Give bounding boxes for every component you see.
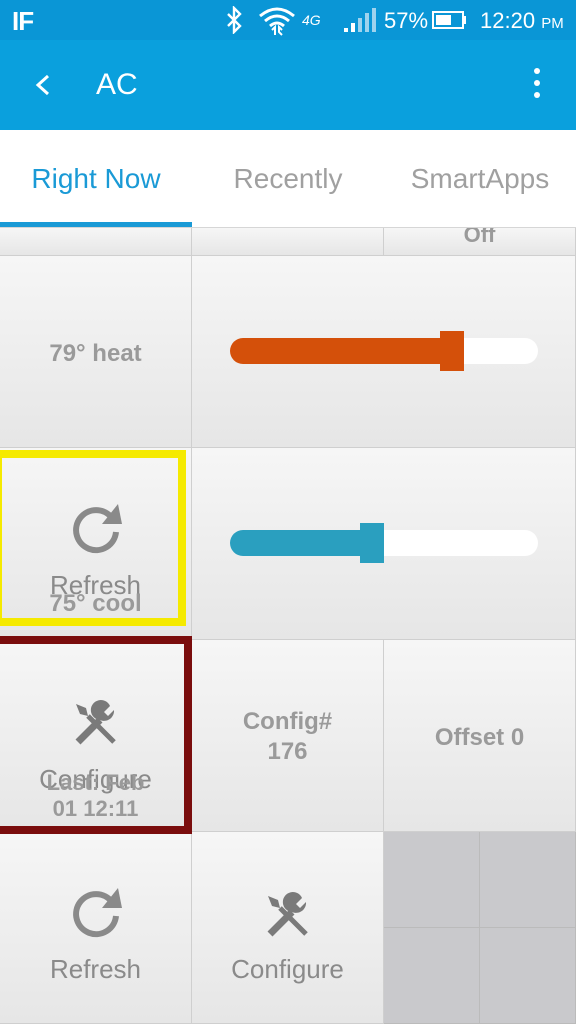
heat-setpoint-tile[interactable]: 79° heat — [0, 256, 192, 448]
configure-last-tile[interactable]: Configure Last: Feb 01 12:11 — [0, 640, 192, 832]
app-bar: AC — [0, 40, 576, 130]
refresh-icon — [73, 504, 122, 554]
refresh-icon — [73, 888, 122, 938]
battery-icon — [432, 11, 466, 29]
refresh-tile[interactable]: Refresh — [0, 832, 192, 1024]
config-number-tile: Config# 176 — [192, 640, 384, 832]
heat-slider[interactable] — [230, 331, 538, 371]
empty-tile — [480, 928, 576, 1024]
battery-percent: 57% — [384, 8, 429, 33]
overflow-menu-icon[interactable] — [532, 68, 542, 102]
tile-partial-2 — [192, 228, 384, 256]
empty-tile — [480, 832, 576, 928]
tab-right-now[interactable]: Right Now — [0, 130, 192, 228]
offset-tile: Offset 0 — [384, 640, 576, 832]
tab-smartapps[interactable]: SmartApps — [384, 130, 576, 228]
ifttt-badge: IF — [12, 6, 34, 36]
cool-slider-fill — [230, 530, 372, 556]
device-title: AC — [96, 68, 138, 101]
empty-tile — [384, 928, 480, 1024]
empty-tile — [384, 832, 480, 928]
wrench-screwdriver-icon — [267, 892, 308, 937]
cool-slider-tile — [192, 448, 576, 640]
network-type: 4G — [302, 12, 321, 28]
tab-recently[interactable]: Recently — [192, 130, 384, 228]
heat-slider-fill — [230, 338, 452, 364]
tile-partial-1 — [0, 228, 192, 256]
cool-slider-thumb[interactable] — [360, 523, 384, 563]
bluetooth-icon — [227, 6, 242, 34]
signal-icon — [344, 8, 376, 32]
clock: 12:20 PM — [480, 8, 564, 33]
tab-bar: Right Now Recently SmartApps — [0, 130, 576, 228]
wifi-icon — [259, 7, 295, 36]
wrench-screwdriver-icon — [75, 700, 116, 745]
cool-slider[interactable] — [230, 523, 538, 563]
refresh-cool-tile[interactable]: Refresh 75° cool — [0, 448, 192, 640]
back-arrow-icon[interactable] — [30, 68, 58, 102]
heat-slider-tile — [192, 256, 576, 448]
active-tab-indicator — [0, 222, 192, 227]
configure-tile[interactable]: Configure — [192, 832, 384, 1024]
status-bar: IF 4G 57% 12:20 PM — [0, 0, 576, 40]
device-tile-grid: Off 79° heat Refresh 75° cool Configure … — [0, 228, 576, 1024]
tile-partial-off[interactable]: Off — [384, 228, 576, 256]
heat-slider-thumb[interactable] — [440, 331, 464, 371]
